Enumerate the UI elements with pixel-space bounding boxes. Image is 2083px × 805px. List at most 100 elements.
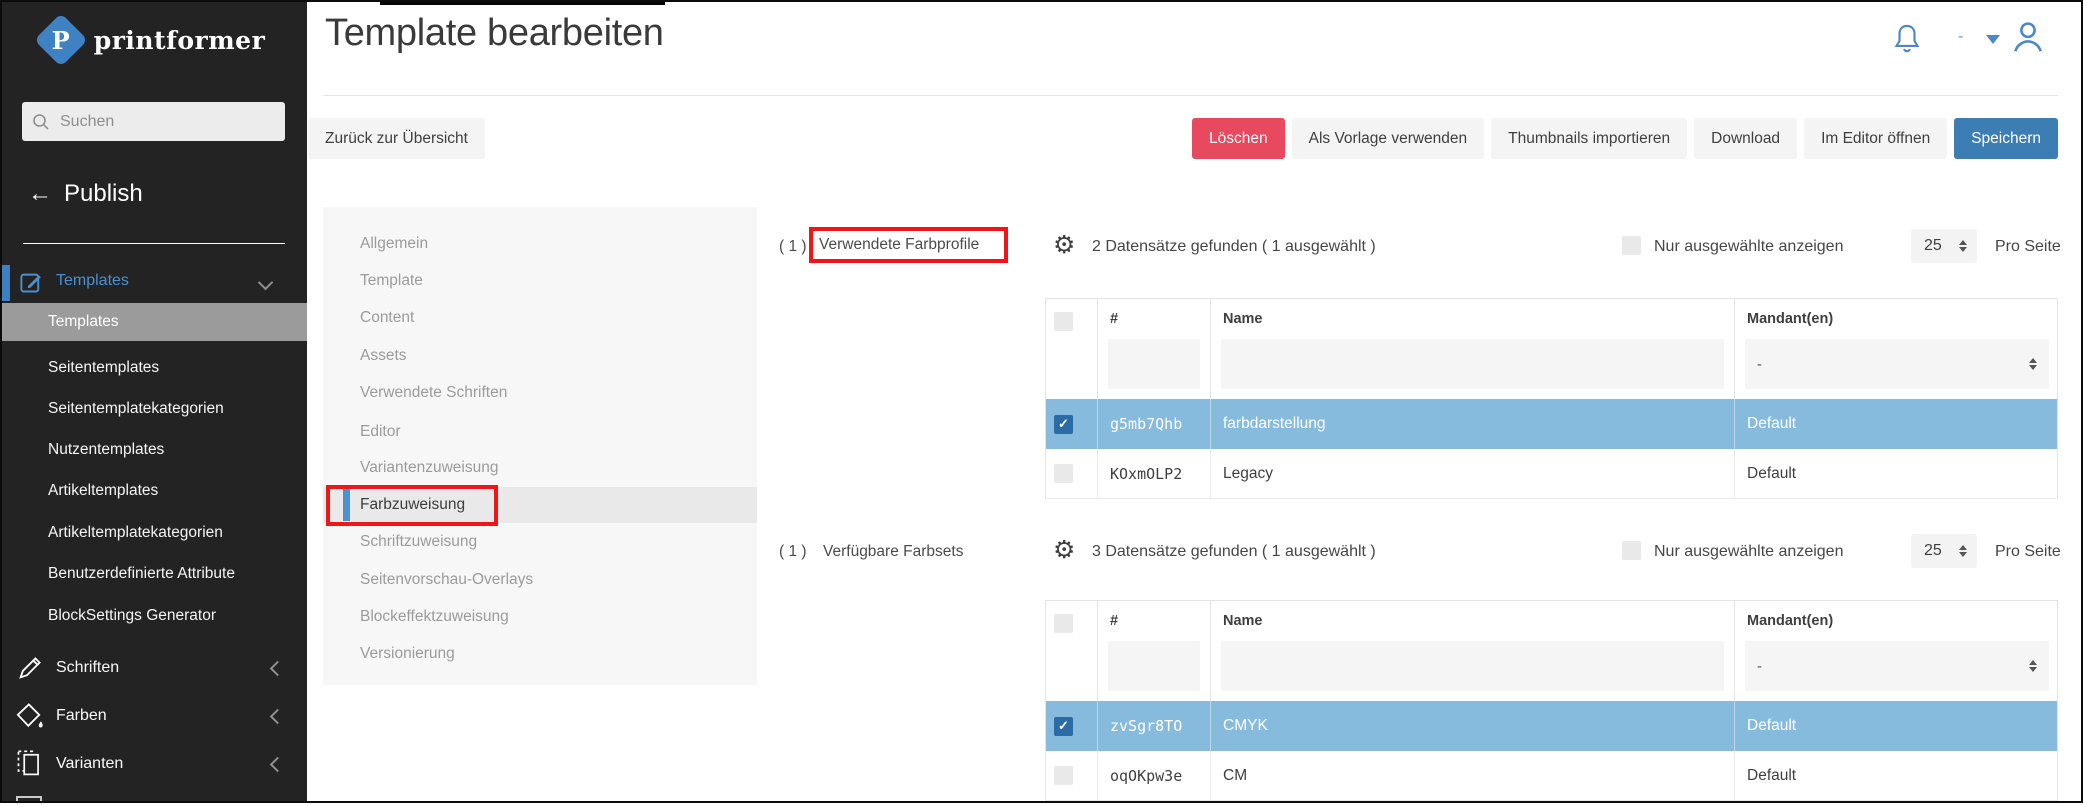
tab-blockeffektzuweisung[interactable]: Blockeffektzuweisung: [323, 599, 757, 635]
section1-title: Verwendete Farbprofile: [813, 236, 979, 254]
pages-icon: [14, 749, 46, 779]
sidebar-item-templates-parent[interactable]: Templates: [0, 263, 307, 303]
sidebar-item-artikeltemplates[interactable]: Artikeltemplates: [0, 472, 307, 510]
row-checkbox[interactable]: [1054, 415, 1073, 434]
tab-farbzuweisung[interactable]: Farbzuweisung: [323, 487, 757, 523]
edit-square-icon: [18, 269, 45, 296]
brand-name: printformer: [94, 26, 266, 55]
sidebar-item-farben[interactable]: Farben: [0, 696, 307, 736]
per-page-label: Pro Seite: [1995, 238, 2061, 256]
download-button[interactable]: Download: [1694, 118, 1797, 159]
chevron-left-icon: [270, 756, 286, 772]
active-tab-indicator: [343, 489, 350, 521]
sidebar-divider: [23, 243, 285, 244]
row-checkbox[interactable]: [1054, 766, 1073, 785]
printformer-logo-icon: P: [34, 13, 88, 67]
table-header: # Name Mandant(en) -: [1046, 601, 2057, 701]
account-dropdown-caret-icon[interactable]: [1986, 35, 2000, 44]
arrow-left-icon: ←: [28, 180, 52, 208]
sidebar-item-artikeltemplatekategorien[interactable]: Artikeltemplatekategorien: [0, 514, 307, 552]
section2-status: 3 Datensätze gefunden ( 1 ausgewählt ): [1092, 543, 1376, 561]
sidebar-item-varianten[interactable]: Varianten: [0, 744, 307, 784]
row-checkbox[interactable]: [1054, 717, 1073, 736]
table-row[interactable]: KOxmOLP2 Legacy Default: [1046, 449, 2057, 499]
sidebar-search[interactable]: [22, 102, 285, 141]
sidebar-item-schriften[interactable]: Schriften: [0, 648, 307, 688]
tab-content[interactable]: Content: [323, 300, 757, 336]
sidebar-item-blocksettings-generator[interactable]: BlockSettings Generator: [0, 597, 307, 635]
top-strip-artifact: [380, 0, 665, 5]
search-icon: [32, 113, 50, 131]
chevron-down-icon: [258, 275, 274, 291]
select-all-checkbox[interactable]: [1054, 312, 1073, 331]
section1-count: ( 1 ): [779, 238, 807, 256]
settings-gear-icon[interactable]: ⚙: [1053, 232, 1075, 257]
sidebar-item-seitentemplatekategorien[interactable]: Seitentemplatekategorien: [0, 390, 307, 428]
tab-assets[interactable]: Assets: [323, 338, 757, 374]
per-page-select[interactable]: 25: [1911, 534, 1977, 568]
header-divider: [323, 95, 2058, 96]
name-filter-input[interactable]: [1221, 641, 1724, 691]
open-in-editor-button[interactable]: Im Editor öffnen: [1804, 118, 1947, 159]
table-row[interactable]: oqOKpw3e CM Default: [1046, 751, 2057, 801]
tab-variantenzuweisung[interactable]: Variantenzuweisung: [323, 450, 757, 486]
account-name: -: [1958, 28, 1963, 46]
tab-template[interactable]: Template: [323, 263, 757, 299]
show-selected-label: Nur ausgewählte anzeigen: [1654, 543, 1843, 561]
template-subnav: Allgemein Template Content Assets Verwen…: [323, 207, 757, 685]
sidebar-item-seitentemplates[interactable]: Seitentemplates: [0, 349, 307, 387]
section2-count: ( 1 ): [779, 543, 807, 561]
settings-gear-icon[interactable]: ⚙: [1053, 537, 1075, 562]
farbsets-table: # Name Mandant(en) - zvSgr8TO CMYK Defau…: [1045, 600, 2058, 801]
tab-schriftzuweisung[interactable]: Schriftzuweisung: [323, 524, 757, 560]
table-header: # Name Mandant(en) -: [1046, 299, 2057, 399]
mandant-filter-select[interactable]: -: [1745, 641, 2049, 691]
id-filter-input[interactable]: [1108, 339, 1200, 389]
farbprofile-table: # Name Mandant(en) - g5mb7Qhb farbdarste…: [1045, 298, 2058, 499]
tab-seitenvorschau-overlays[interactable]: Seitenvorschau-Overlays: [323, 562, 757, 598]
use-as-template-button[interactable]: Als Vorlage verwenden: [1292, 118, 1485, 159]
table-row[interactable]: zvSgr8TO CMYK Default: [1046, 701, 2057, 751]
select-arrows-icon: [1959, 240, 1967, 252]
id-filter-input[interactable]: [1108, 641, 1200, 691]
per-page-label: Pro Seite: [1995, 543, 2061, 561]
tab-versionierung[interactable]: Versionierung: [323, 636, 757, 672]
select-arrows-icon: [2029, 358, 2037, 370]
per-page-select[interactable]: 25: [1911, 229, 1977, 263]
sidebar-item-benutzerdefinierte-attribute[interactable]: Benutzerdefinierte Attribute: [0, 555, 307, 593]
mandant-filter-select[interactable]: -: [1745, 339, 2049, 389]
delete-button[interactable]: Löschen: [1192, 118, 1285, 159]
partial-icon: [16, 796, 42, 805]
select-arrows-icon: [2029, 660, 2037, 672]
back-to-overview-button[interactable]: Zurück zur Übersicht: [308, 118, 485, 159]
table-row[interactable]: g5mb7Qhb farbdarstellung Default: [1046, 399, 2057, 449]
show-selected-checkbox[interactable]: [1622, 236, 1641, 255]
select-arrows-icon: [1959, 545, 1967, 557]
show-selected-label: Nur ausgewählte anzeigen: [1654, 238, 1843, 256]
tab-verwendete-schriften[interactable]: Verwendete Schriften: [323, 375, 757, 411]
sidebar-item-templates[interactable]: Templates: [0, 303, 307, 341]
name-filter-input[interactable]: [1221, 339, 1724, 389]
tab-editor[interactable]: Editor: [323, 414, 757, 450]
back-to-publish[interactable]: ← Publish: [28, 180, 143, 208]
user-profile-icon[interactable]: [2010, 18, 2046, 56]
show-selected-checkbox[interactable]: [1622, 541, 1641, 560]
sidebar: P printformer ← Publish Templates Templa…: [0, 0, 307, 803]
row-checkbox[interactable]: [1054, 464, 1073, 483]
templates-parent-label: Templates: [56, 272, 129, 290]
import-thumbnails-button[interactable]: Thumbnails importieren: [1491, 118, 1687, 159]
publish-label: Publish: [64, 180, 143, 208]
brand[interactable]: P printformer: [0, 10, 307, 70]
select-all-checkbox[interactable]: [1054, 614, 1073, 633]
sidebar-item-nutzentemplates[interactable]: Nutzentemplates: [0, 431, 307, 469]
save-button[interactable]: Speichern: [1954, 118, 2058, 159]
template-edit-page: P printformer ← Publish Templates Templa…: [0, 0, 2083, 803]
active-indicator-bar: [0, 265, 10, 301]
notifications-bell-icon[interactable]: [1892, 22, 1922, 56]
section2-title: Verfügbare Farbsets: [823, 543, 963, 561]
action-button-row: Löschen Als Vorlage verwenden Thumbnails…: [1192, 118, 2058, 159]
paint-bucket-icon: [14, 702, 46, 730]
chevron-left-icon: [270, 660, 286, 676]
tab-allgemein[interactable]: Allgemein: [323, 226, 757, 262]
search-input[interactable]: [58, 112, 262, 132]
